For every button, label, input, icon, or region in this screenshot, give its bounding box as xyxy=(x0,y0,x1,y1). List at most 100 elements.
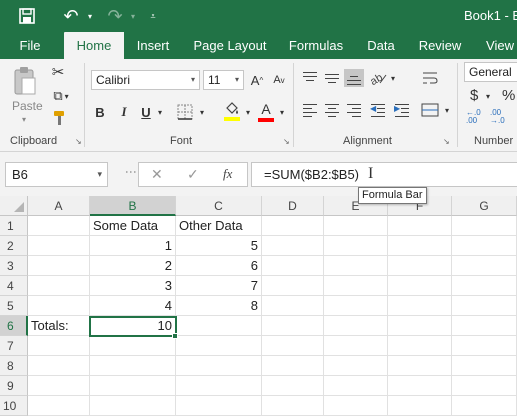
tab-insert[interactable]: Insert xyxy=(130,32,176,59)
copy-icon[interactable]: ⧉ ▾ xyxy=(48,87,74,105)
borders-dropdown-icon[interactable]: ▾ xyxy=(198,107,206,117)
cell-g9[interactable] xyxy=(452,376,517,396)
cell-g3[interactable] xyxy=(452,256,517,276)
redo-icon[interactable]: ↷ xyxy=(104,6,126,26)
fill-color-dropdown-icon[interactable]: ▾ xyxy=(244,107,252,117)
cell-d5[interactable] xyxy=(262,296,324,316)
cell-a8[interactable] xyxy=(28,356,90,376)
cell-g8[interactable] xyxy=(452,356,517,376)
formula-input[interactable]: =SUM($B2:$B5) xyxy=(251,162,517,187)
wrap-text-icon[interactable] xyxy=(420,69,440,87)
row-header-8[interactable]: 8 xyxy=(0,356,28,376)
bottom-align-icon[interactable] xyxy=(344,69,364,87)
row-header-4[interactable]: 4 xyxy=(0,276,28,296)
cell-e8[interactable] xyxy=(324,356,388,376)
cell-b1[interactable]: Some Data xyxy=(90,216,176,236)
row-header-5[interactable]: 5 xyxy=(0,296,28,316)
tab-home[interactable]: Home xyxy=(64,32,124,59)
cell-g6[interactable] xyxy=(452,316,517,336)
cell-f1[interactable] xyxy=(388,216,452,236)
cell-f10[interactable] xyxy=(388,396,452,416)
cell-g4[interactable] xyxy=(452,276,517,296)
middle-align-icon[interactable] xyxy=(322,69,342,87)
cell-c2[interactable]: 5 xyxy=(176,236,262,256)
cell-a5[interactable] xyxy=(28,296,90,316)
currency-dropdown-icon[interactable]: ▾ xyxy=(486,92,490,101)
cell-d1[interactable] xyxy=(262,216,324,236)
cell-g7[interactable] xyxy=(452,336,517,356)
cell-b2[interactable]: 1 xyxy=(90,236,176,256)
worksheet-grid[interactable]: A B C D E F G 1 2 3 4 5 6 7 8 9 10 Some … xyxy=(0,196,517,417)
merge-center-icon[interactable] xyxy=(420,101,440,119)
cell-b8[interactable] xyxy=(90,356,176,376)
row-header-6[interactable]: 6 xyxy=(0,316,28,336)
fill-color-button[interactable] xyxy=(223,99,241,123)
cell-e5[interactable] xyxy=(324,296,388,316)
font-launcher-icon[interactable]: ↘ xyxy=(283,138,291,146)
clipboard-launcher-icon[interactable]: ↘ xyxy=(75,138,83,146)
alignment-launcher-icon[interactable]: ↘ xyxy=(443,138,451,146)
cell-e1[interactable] xyxy=(324,216,388,236)
cell-c5[interactable]: 8 xyxy=(176,296,262,316)
resize-handle-icon[interactable]: ⋮ xyxy=(124,166,138,177)
select-all-button[interactable] xyxy=(0,196,28,216)
cut-icon[interactable]: ✂ xyxy=(48,63,68,81)
cell-c3[interactable]: 6 xyxy=(176,256,262,276)
row-header-3[interactable]: 3 xyxy=(0,256,28,276)
cell-d6[interactable] xyxy=(262,316,324,336)
save-icon[interactable] xyxy=(17,6,37,26)
cell-d10[interactable] xyxy=(262,396,324,416)
cell-e2[interactable] xyxy=(324,236,388,256)
cell-a6[interactable]: Totals: xyxy=(28,316,90,336)
tab-view[interactable]: View xyxy=(480,32,517,59)
underline-dropdown-icon[interactable]: ▾ xyxy=(156,107,164,117)
cell-f2[interactable] xyxy=(388,236,452,256)
cell-d2[interactable] xyxy=(262,236,324,256)
cell-d4[interactable] xyxy=(262,276,324,296)
cell-b4[interactable]: 3 xyxy=(90,276,176,296)
paste-dropdown-icon[interactable]: ▾ xyxy=(22,115,26,124)
format-painter-icon[interactable] xyxy=(50,109,70,127)
italic-button[interactable]: I xyxy=(117,103,131,121)
tab-review[interactable]: Review xyxy=(414,32,466,59)
number-format-select[interactable]: General xyxy=(464,62,517,82)
cell-a1[interactable] xyxy=(28,216,90,236)
undo-dropdown-icon[interactable]: ▾ xyxy=(85,6,95,26)
cell-b7[interactable] xyxy=(90,336,176,356)
tab-data[interactable]: Data xyxy=(362,32,400,59)
cell-b5[interactable]: 4 xyxy=(90,296,176,316)
decrease-font-size-button[interactable]: Av xyxy=(271,70,287,90)
insert-function-icon[interactable]: fx xyxy=(223,166,232,182)
decrease-indent-icon[interactable]: ◀ xyxy=(368,101,388,119)
increase-decimal-icon[interactable]: ←.0.00 xyxy=(466,109,481,125)
font-name-select[interactable]: Calibri ▾ xyxy=(91,70,200,90)
paste-button[interactable]: Paste xyxy=(12,99,43,113)
column-header-c[interactable]: C xyxy=(176,196,262,216)
align-right-icon[interactable] xyxy=(344,101,364,119)
cell-g1[interactable] xyxy=(452,216,517,236)
cell-f5[interactable] xyxy=(388,296,452,316)
cell-c8[interactable] xyxy=(176,356,262,376)
paste-icon[interactable] xyxy=(12,65,38,97)
cell-d8[interactable] xyxy=(262,356,324,376)
cell-a2[interactable] xyxy=(28,236,90,256)
row-header-10[interactable]: 10 xyxy=(0,396,28,416)
merge-dropdown-icon[interactable]: ▾ xyxy=(443,105,451,115)
font-color-button[interactable]: A xyxy=(257,99,275,123)
row-header-1[interactable]: 1 xyxy=(0,216,28,236)
column-header-g[interactable]: G xyxy=(452,196,517,216)
cell-f3[interactable] xyxy=(388,256,452,276)
cell-c10[interactable] xyxy=(176,396,262,416)
cell-e7[interactable] xyxy=(324,336,388,356)
orientation-dropdown-icon[interactable]: ▾ xyxy=(389,73,397,83)
cell-c7[interactable] xyxy=(176,336,262,356)
cell-f9[interactable] xyxy=(388,376,452,396)
cell-a10[interactable] xyxy=(28,396,90,416)
cell-f4[interactable] xyxy=(388,276,452,296)
cell-b9[interactable] xyxy=(90,376,176,396)
tab-page-layout[interactable]: Page Layout xyxy=(190,32,270,59)
customize-toolbar-icon[interactable]: ⩡ xyxy=(146,6,160,26)
cell-f6[interactable] xyxy=(388,316,452,336)
decrease-decimal-icon[interactable]: .00 →.0 xyxy=(490,109,505,125)
cell-c4[interactable]: 7 xyxy=(176,276,262,296)
